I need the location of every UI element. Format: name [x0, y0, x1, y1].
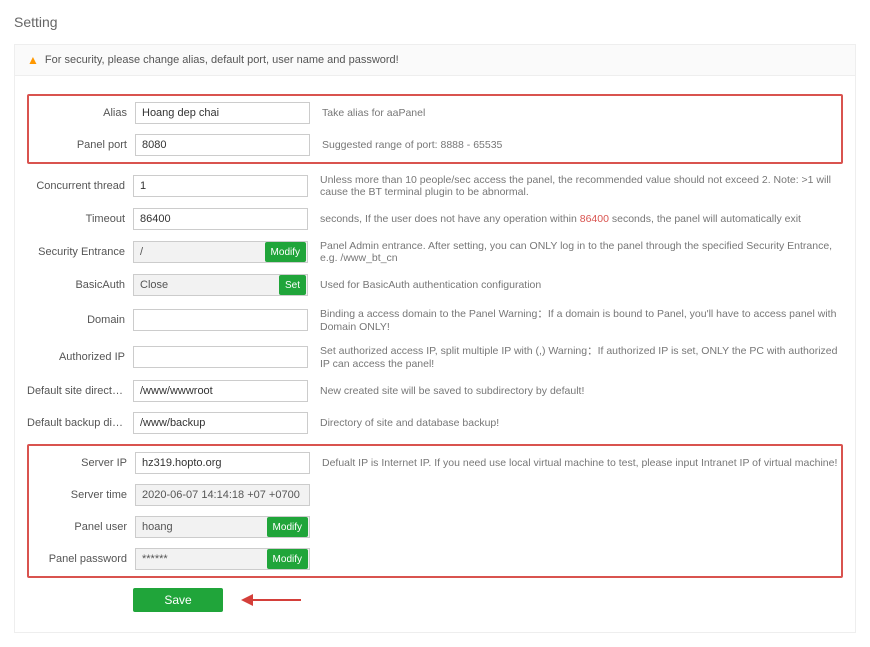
basicauth-label: BasicAuth [27, 279, 133, 291]
page-title: Setting [14, 14, 870, 30]
settings-panel: ▲ For security, please change alias, def… [14, 44, 856, 633]
server-ip-input[interactable] [135, 452, 310, 474]
timeout-help: seconds, If the user does not have any o… [320, 213, 843, 225]
highlight-box-top: Alias Take alias for aaPanel Panel port … [27, 94, 843, 164]
alias-label: Alias [29, 107, 135, 119]
server-ip-label: Server IP [29, 457, 135, 469]
server-time-label: Server time [29, 489, 135, 501]
backup-dir-label: Default backup dire... [27, 417, 133, 429]
panel-port-label: Panel port [29, 139, 135, 151]
authorized-help: Set authorized access IP, split multiple… [320, 343, 843, 370]
basicauth-help: Used for BasicAuth authentication config… [320, 279, 843, 291]
panel-user-modify-button[interactable]: Modify [267, 517, 308, 537]
security-help: Panel Admin entrance. After setting, you… [320, 240, 843, 264]
server-ip-help: Defualt IP is Internet IP. If you need u… [322, 457, 841, 469]
concurrent-help: Unless more than 10 people/sec access th… [320, 174, 843, 198]
security-alert: ▲ For security, please change alias, def… [15, 45, 855, 76]
security-label: Security Entrance [27, 246, 133, 258]
alert-text: For security, please change alias, defau… [45, 54, 399, 66]
timeout-input[interactable] [133, 208, 308, 230]
panel-pwd-modify-button[interactable]: Modify [267, 549, 308, 569]
domain-help: Binding a access domain to the Panel War… [320, 306, 843, 333]
concurrent-label: Concurrent thread [27, 180, 133, 192]
timeout-label: Timeout [27, 213, 133, 225]
site-dir-label: Default site directory [27, 385, 133, 397]
arrow-annotation [241, 593, 301, 607]
alias-input[interactable] [135, 102, 310, 124]
authorized-input[interactable] [133, 346, 308, 368]
domain-input[interactable] [133, 309, 308, 331]
save-button[interactable]: Save [133, 588, 223, 612]
panel-port-help: Suggested range of port: 8888 - 65535 [322, 139, 841, 151]
site-dir-input[interactable] [133, 380, 308, 402]
domain-label: Domain [27, 314, 133, 326]
server-time-input [135, 484, 310, 506]
basicauth-set-button[interactable]: Set [279, 275, 306, 295]
panel-user-label: Panel user [29, 521, 135, 533]
security-modify-button[interactable]: Modify [265, 242, 306, 262]
highlight-box-bottom: Server IP Defualt IP is Internet IP. If … [27, 444, 843, 578]
site-dir-help: New created site will be saved to subdir… [320, 385, 843, 397]
backup-dir-help: Directory of site and database backup! [320, 417, 843, 429]
panel-pwd-label: Panel password [29, 553, 135, 565]
concurrent-input[interactable] [133, 175, 308, 197]
backup-dir-input[interactable] [133, 412, 308, 434]
panel-port-input[interactable] [135, 134, 310, 156]
warning-icon: ▲ [27, 53, 39, 67]
authorized-label: Authorized IP [27, 351, 133, 363]
alias-help: Take alias for aaPanel [322, 107, 841, 119]
